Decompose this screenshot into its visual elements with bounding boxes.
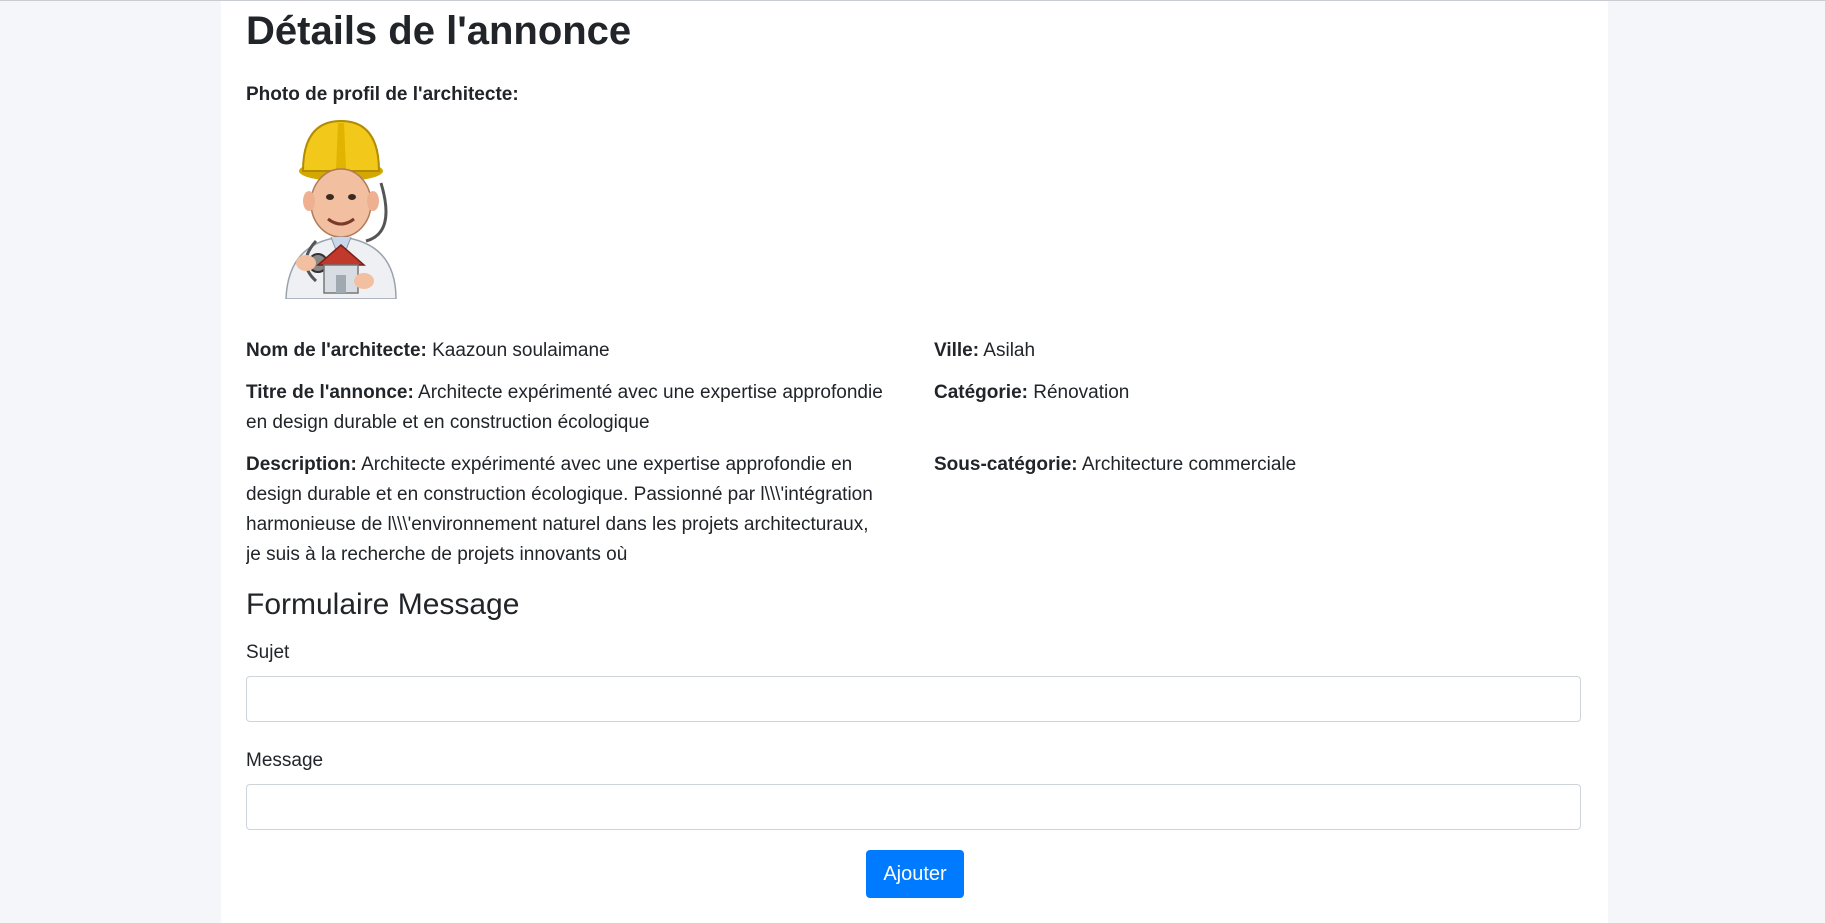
subcategory-value: Architecture commerciale bbox=[1081, 454, 1297, 475]
details-right-column: Ville: Asilah Catégorie: Rénovation Sous… bbox=[934, 336, 1574, 492]
listing-title-row: Titre de l'annonce: Architecte expérimen… bbox=[246, 378, 886, 438]
subcategory-row: Sous-catégorie: Architecture commerciale bbox=[934, 450, 1574, 480]
detail-label: Catégorie: bbox=[934, 382, 1028, 403]
subject-label: Sujet bbox=[246, 642, 290, 663]
detail-label: Ville: bbox=[934, 340, 980, 361]
photo-label: Photo de profil de l'architecte: bbox=[246, 84, 519, 105]
subject-input[interactable] bbox=[246, 676, 1581, 722]
detail-label: Sous-catégorie: bbox=[934, 454, 1078, 475]
category-value: Rénovation bbox=[1033, 382, 1130, 403]
architect-name-row: Nom de l'architecte: Kaazoun soulaimane bbox=[246, 336, 886, 366]
city-row: Ville: Asilah bbox=[934, 336, 1574, 366]
detail-label: Description: bbox=[246, 454, 357, 475]
message-input[interactable] bbox=[246, 784, 1581, 830]
category-row: Catégorie: Rénovation bbox=[934, 378, 1574, 438]
details-card: Détails de l'annonce Photo de profil de … bbox=[221, 1, 1608, 923]
description-row: Description: Architecte expérimenté avec… bbox=[246, 450, 886, 570]
detail-label: Nom de l'architecte: bbox=[246, 340, 427, 361]
city-value: Asilah bbox=[983, 340, 1036, 361]
message-form-title: Formulaire Message bbox=[246, 588, 520, 621]
architect-profile-photo bbox=[285, 119, 397, 299]
page-title: Détails de l'annonce bbox=[246, 9, 632, 53]
architect-name-value: Kaazoun soulaimane bbox=[432, 340, 610, 361]
details-left-column: Nom de l'architecte: Kaazoun soulaimane … bbox=[246, 336, 886, 582]
detail-label: Titre de l'annonce: bbox=[246, 382, 414, 403]
add-button[interactable]: Ajouter bbox=[866, 850, 964, 898]
message-label: Message bbox=[246, 750, 324, 771]
